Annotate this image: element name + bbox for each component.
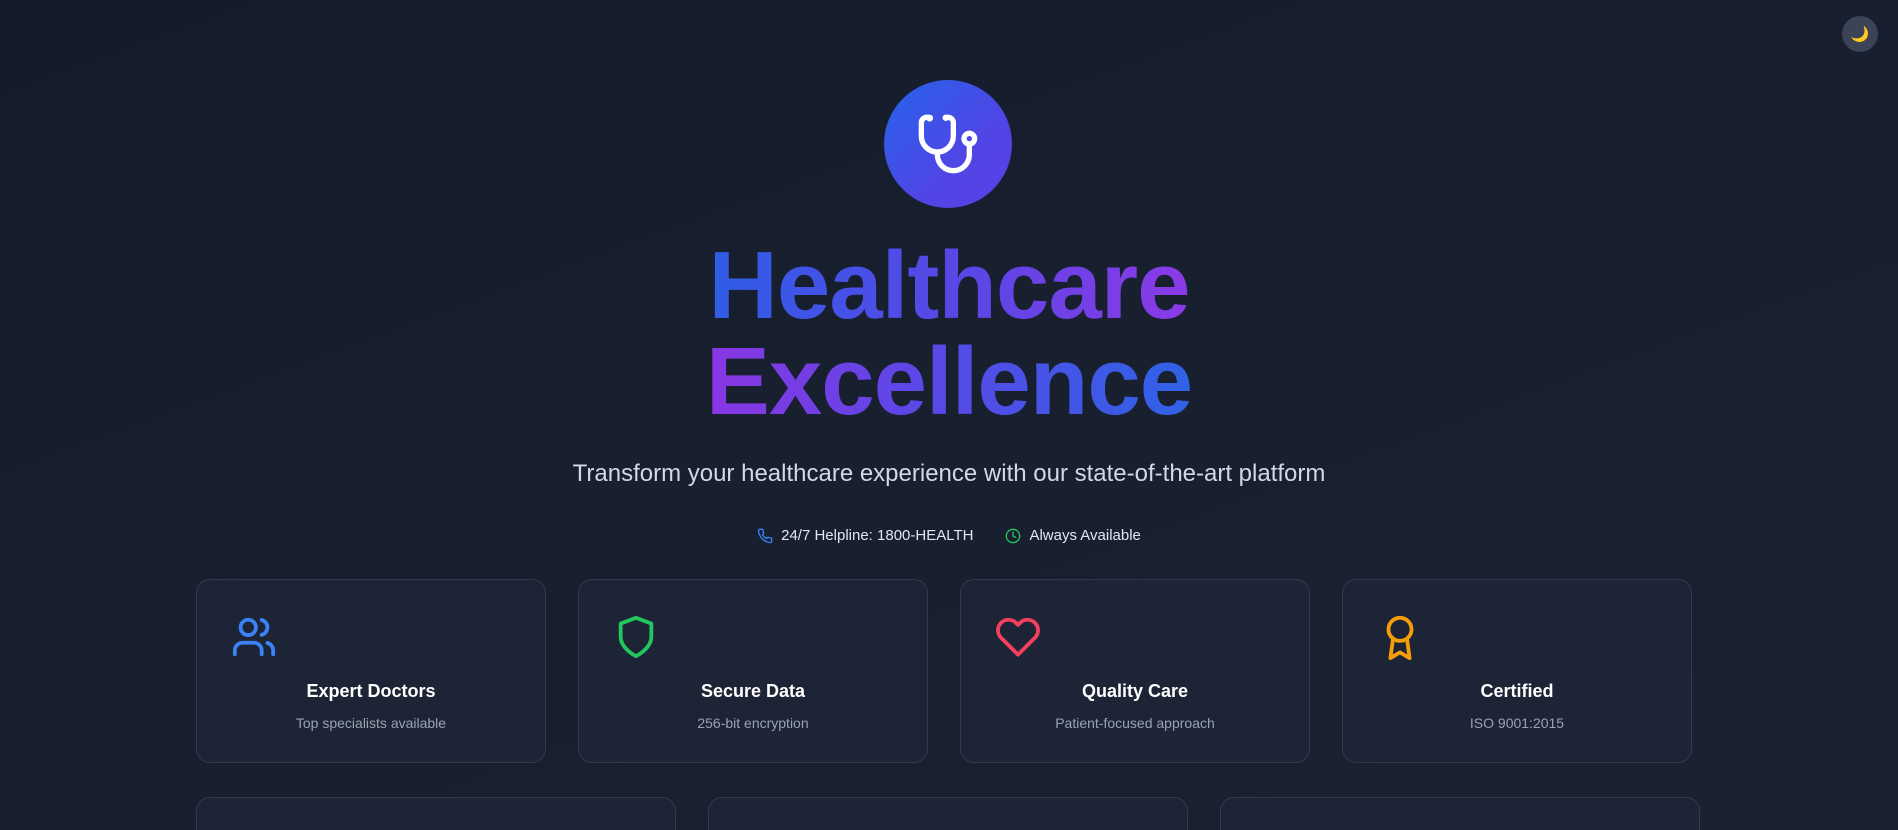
availability-item: Always Available	[1005, 527, 1141, 544]
helpline-item[interactable]: 24/7 Helpline: 1800-HEALTH	[757, 527, 973, 544]
hero-title-line2: Excellence	[705, 328, 1193, 435]
card-description: ISO 9001:2015	[1469, 715, 1565, 731]
award-icon	[1386, 615, 1414, 660]
secondary-cards	[196, 797, 1700, 830]
card-title: Secure Data	[700, 681, 806, 701]
hero-subtitle: Transform your healthcare experience wit…	[572, 460, 1326, 487]
card-description: Top specialists available	[295, 715, 447, 731]
feature-cards: Expert Doctors Top specialists available…	[196, 579, 1692, 763]
card-title: Quality Care	[1081, 681, 1189, 701]
secondary-card[interactable]	[196, 797, 676, 830]
secondary-card[interactable]	[1220, 797, 1700, 830]
availability-text: Always Available	[1029, 527, 1141, 544]
card-title: Expert Doctors	[306, 681, 436, 701]
hero-title-line1: Healthcare	[708, 232, 1191, 339]
card-description: Patient-focused approach	[1055, 715, 1215, 731]
theme-toggle-button[interactable]: 🌙	[1842, 16, 1878, 52]
page: 🌙 Healthcare Excellence Transform your h…	[0, 0, 1898, 830]
stethoscope-icon	[918, 114, 978, 174]
helpline-text: 24/7 Helpline: 1800-HEALTH	[781, 527, 974, 544]
info-row: 24/7 Helpline: 1800-HEALTH Always Availa…	[0, 527, 1898, 544]
moon-icon: 🌙	[1850, 26, 1870, 43]
phone-icon	[757, 528, 773, 543]
shield-icon	[618, 615, 654, 659]
hero-logo	[884, 80, 1012, 208]
clock-icon	[1006, 528, 1021, 543]
hero-title: Healthcare Excellence	[0, 238, 1898, 430]
feature-card-certified[interactable]: Certified ISO 9001:2015	[1342, 579, 1692, 763]
feature-card-secure-data[interactable]: Secure Data 256-bit encryption	[578, 579, 928, 763]
card-title: Certified	[1480, 681, 1554, 701]
users-icon	[232, 617, 276, 657]
heart-icon	[996, 617, 1040, 657]
feature-card-quality-care[interactable]: Quality Care Patient-focused approach	[960, 579, 1310, 763]
secondary-card[interactable]	[708, 797, 1188, 830]
card-description: 256-bit encryption	[697, 715, 809, 731]
feature-card-expert-doctors[interactable]: Expert Doctors Top specialists available	[196, 579, 546, 763]
